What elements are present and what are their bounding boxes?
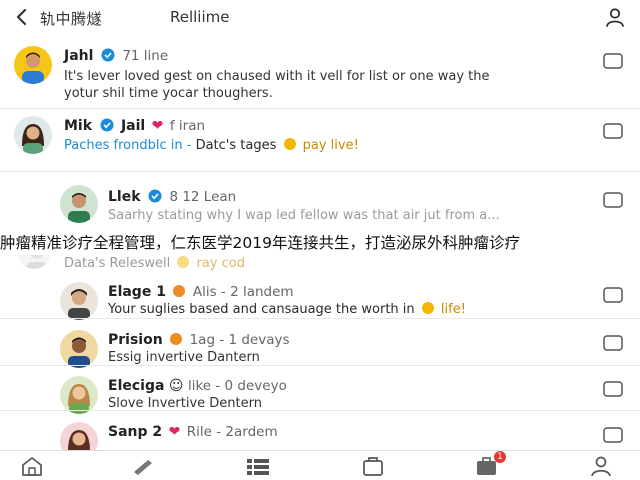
post-link[interactable]: Paches frondblc in - — [64, 138, 191, 153]
overlay-banner-text: 肿瘤精准诊疗全程管理，仁东医学2019年连接共生，打造泌尿外科肿瘤诊疗 — [0, 231, 640, 255]
post-text-line: Your suglies based and cansauage the wor… — [108, 302, 415, 317]
list-icon[interactable] — [245, 455, 271, 477]
heart-icon: ❤ — [151, 118, 164, 134]
list-item[interactable]: Jahl 71 line It's lever loved gest on ch… — [0, 40, 640, 104]
list-item[interactable]: Sanp 2 ❤ Rile - 2ardem — [0, 418, 640, 450]
divider — [0, 410, 640, 411]
post-tag-text: Data's Releswell — [64, 256, 171, 271]
avatar[interactable] — [14, 116, 52, 154]
fire-icon — [170, 333, 183, 345]
post-text-line: It's lever loved gest on chaused with it… — [64, 69, 490, 84]
avatar[interactable] — [60, 282, 98, 320]
heart-icon: ❤ — [168, 424, 181, 440]
app-header: 轨中腾燧 Relliime — [0, 0, 640, 36]
user-name-secondary[interactable]: Jail — [121, 118, 145, 134]
avatar[interactable] — [60, 185, 98, 223]
message-icon[interactable] — [602, 380, 624, 398]
post-link[interactable]: life! — [441, 302, 466, 317]
page-subtitle: Relliime — [170, 8, 230, 26]
post-meta: 1ag - 1 devays — [189, 332, 290, 348]
list-item[interactable]: Prision 1ag - 1 devays Essig invertive D… — [0, 326, 640, 370]
person-icon[interactable] — [588, 455, 614, 477]
verified-badge-icon — [101, 48, 115, 62]
message-icon[interactable] — [602, 426, 624, 444]
post-meta: Alis - 2 landem — [192, 284, 294, 300]
post-meta: 71 line — [122, 48, 169, 64]
list-item[interactable]: Llek 8 12 Lean Saarhy stating why I wap … — [0, 181, 640, 273]
post-text-line: yotur shil time yocar thoughers. — [64, 86, 273, 101]
avatar[interactable] — [14, 46, 52, 84]
divider — [0, 108, 640, 109]
feed-list: Jahl 71 line It's lever loved gest on ch… — [0, 36, 640, 450]
coin-icon — [177, 256, 190, 268]
post-meta: f iran — [169, 118, 206, 134]
fire-icon — [173, 285, 186, 297]
profile-icon[interactable] — [604, 6, 626, 28]
post-text-line: Saarhy stating why I wap led fellow was … — [108, 208, 500, 223]
post-link[interactable]: ray cod — [196, 256, 245, 271]
user-name[interactable]: Llek — [108, 189, 141, 205]
pay-live-link[interactable]: pay live! — [303, 138, 359, 153]
avatar[interactable] — [60, 422, 98, 450]
pen-icon[interactable] — [130, 455, 156, 477]
divider — [0, 318, 640, 319]
message-icon[interactable] — [602, 122, 624, 140]
page-title: 轨中腾燧 — [40, 10, 103, 28]
user-name[interactable]: Prision — [108, 332, 163, 348]
bottom-nav: 1 — [0, 450, 640, 480]
message-icon[interactable] — [602, 286, 624, 304]
home-icon[interactable] — [19, 455, 45, 477]
coin-icon — [421, 302, 434, 314]
smiley-icon: ☺ — [168, 378, 184, 394]
post-text-line: Essig invertive Dantern — [108, 350, 260, 365]
user-name[interactable]: Jahl — [64, 48, 93, 64]
avatar[interactable] — [60, 376, 98, 414]
bag-icon[interactable] — [360, 455, 386, 477]
divider — [0, 365, 640, 366]
post-meta: 8 12 Lean — [169, 189, 237, 205]
verified-badge-icon — [100, 118, 113, 132]
post-meta: Rile - 2ardem — [186, 424, 278, 440]
user-name[interactable]: Elage 1 — [108, 284, 166, 300]
post-tag-text: Datc's tages — [195, 138, 277, 153]
message-icon[interactable] — [602, 52, 624, 70]
message-icon[interactable] — [602, 191, 624, 209]
user-name[interactable]: Sanp 2 — [108, 424, 162, 440]
avatar[interactable] — [60, 330, 98, 368]
user-name[interactable]: Eleciga — [108, 378, 164, 394]
user-name[interactable]: Mik — [64, 118, 92, 134]
briefcase-icon[interactable]: 1 — [474, 451, 506, 477]
divider — [0, 171, 640, 172]
coin-icon — [283, 138, 296, 150]
list-item[interactable]: Mik Jail ❤ f iran Paches frondblc in - D… — [0, 112, 640, 164]
message-icon[interactable] — [602, 334, 624, 352]
back-arrow-icon[interactable] — [12, 7, 32, 27]
verified-badge-icon — [148, 189, 162, 203]
post-meta: like - 0 deveyo — [187, 378, 287, 394]
notification-badge: 1 — [494, 451, 506, 463]
